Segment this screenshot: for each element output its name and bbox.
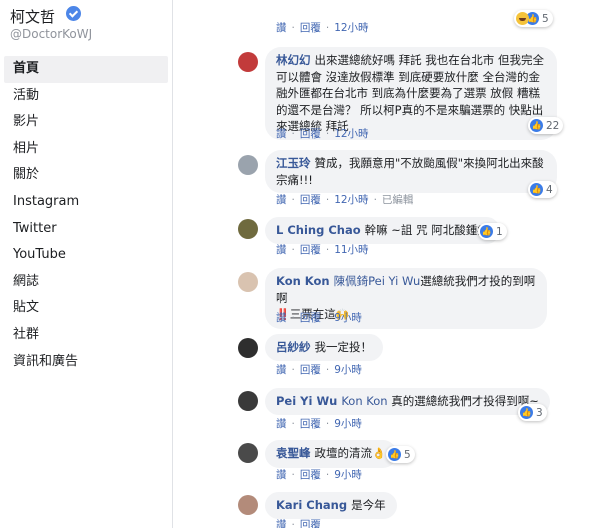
like-icon: 👍: [530, 183, 543, 196]
comment-author[interactable]: L Ching Chao: [276, 223, 361, 237]
edited-label[interactable]: 已編輯: [382, 194, 414, 206]
avatar[interactable]: [238, 338, 258, 358]
comment-timestamp[interactable]: 12小時: [334, 128, 368, 140]
like-link[interactable]: 讚: [276, 312, 287, 324]
comment-author[interactable]: 呂紗紗: [276, 340, 311, 354]
ok-hand-icon: 👌: [372, 447, 386, 460]
avatar[interactable]: [238, 443, 258, 463]
reaction-summary[interactable]: 👍 5: [386, 446, 415, 463]
nav-item-about[interactable]: 關於: [4, 162, 168, 189]
mentioned-user[interactable]: 陳佩錡Pei Yi Wu: [334, 274, 421, 288]
comment-bubble: L Ching Chao 幹嘛 ~詛 咒 阿北酸鍾痛: [265, 217, 500, 244]
comment-timestamp[interactable]: 12小時: [334, 194, 368, 206]
like-icon: 👍: [480, 225, 493, 238]
nav-item-twitter[interactable]: Twitter: [4, 216, 168, 243]
avatar[interactable]: [238, 155, 258, 175]
comment-author[interactable]: 江玉玲: [276, 156, 311, 170]
avatar[interactable]: [238, 272, 258, 292]
comment-actions: 讚 · 回覆 · 9小時: [276, 312, 362, 324]
nav-item-notes[interactable]: 網誌: [4, 269, 168, 296]
like-link[interactable]: 讚: [276, 128, 287, 140]
reply-link[interactable]: 回覆: [300, 469, 321, 481]
comment-timestamp[interactable]: 9小時: [334, 418, 362, 430]
column-divider: [172, 0, 173, 528]
reply-link[interactable]: 回覆: [300, 194, 321, 206]
comment-actions: 讚 · 回覆 · 9小時: [276, 418, 362, 430]
page-handle[interactable]: @DoctorKoWJ: [10, 27, 92, 41]
comment-actions: 讚 · 回覆 · 11小時: [276, 244, 369, 256]
comment-timestamp[interactable]: 9小時: [334, 312, 362, 324]
like-link[interactable]: 讚: [276, 519, 287, 528]
comment-actions: 讚 · 回覆 · 9小時: [276, 469, 362, 481]
like-icon: 👍: [520, 406, 533, 419]
comment-text: 我一定投！: [314, 340, 373, 354]
comment-actions: 讚 · 回覆 · 12小時: [276, 22, 369, 34]
reply-link[interactable]: 回覆: [300, 22, 321, 34]
comment-bubble: 江玉玲 贊成，我願意用"不放颱風假"來換阿北出來酸宗痛!!!: [265, 150, 557, 193]
reply-link[interactable]: 回覆: [300, 244, 321, 256]
comment-author[interactable]: 袁聖峰: [276, 446, 311, 460]
reply-link[interactable]: 回覆: [300, 128, 321, 140]
reply-link[interactable]: 回覆: [300, 418, 321, 430]
reply-link[interactable]: 回覆: [300, 364, 321, 376]
like-link[interactable]: 讚: [276, 364, 287, 376]
like-icon: 👍: [530, 119, 543, 132]
comment-actions: 讚 · 回覆 · 9小時: [276, 364, 362, 376]
nav-item-info-and-ads[interactable]: 資訊和廣告: [4, 349, 168, 376]
page-sidebar: 柯文哲 @DoctorKoWJ 首頁 活動 影片 相片 關於 Instagram…: [0, 0, 172, 528]
mentioned-user[interactable]: Kon Kon: [341, 394, 387, 408]
comment-actions: 讚 · 回覆: [276, 517, 321, 528]
comment-timestamp[interactable]: 11小時: [334, 244, 368, 256]
like-icon: 👍: [388, 448, 401, 461]
comment-actions: 讚 · 回覆 · 12小時: [276, 128, 369, 140]
reaction-summary[interactable]: 👍 4: [528, 181, 557, 198]
comment-text: 幹嘛 ~詛 咒 阿北酸鍾痛: [364, 223, 489, 237]
comment-text: 贊成，我願意用"不放颱風假"來換阿北出來酸宗痛!!!: [276, 156, 544, 187]
reply-link[interactable]: 回覆: [300, 312, 321, 324]
like-link[interactable]: 讚: [276, 244, 287, 256]
comment-actions: 讚 · 回覆 · 12小時 · 已編輯: [276, 194, 414, 206]
like-link[interactable]: 讚: [276, 469, 287, 481]
page-nav: 首頁 活動 影片 相片 關於 Instagram Twitter YouTube…: [4, 56, 168, 375]
comment-timestamp[interactable]: 9小時: [334, 364, 362, 376]
comment-text: 出來選總統好嗎 拜託 我也在台北市 但我完全可以體會 沒達放假標準 到底硬要放什…: [276, 53, 544, 133]
avatar[interactable]: [238, 219, 258, 239]
comment-text: 政壇的清流: [314, 446, 373, 460]
comment-timestamp[interactable]: 9小時: [334, 469, 362, 481]
comment-thread: 👍 5 讚 · 回覆 · 12小時 林幻幻 出來選總統好嗎 拜託 我也在台北市 但我完全可…: [172, 0, 600, 528]
comment-text: 是今年: [351, 498, 386, 512]
comment-bubble: Pei Yi Wu Kon Kon 真的選總統我們才投得到啊~: [265, 388, 550, 415]
nav-item-videos[interactable]: 影片: [4, 109, 168, 136]
comment-bubble: 袁聖峰 政壇的清流👌: [265, 440, 397, 468]
haha-icon: [516, 12, 529, 25]
comment-author[interactable]: Kari Chang: [276, 498, 347, 512]
avatar[interactable]: [238, 495, 258, 515]
comment-author[interactable]: Pei Yi Wu: [276, 394, 337, 408]
nav-item-community[interactable]: 社群: [4, 322, 168, 349]
comment-text: 真的選總統我們才投得到啊~: [391, 394, 539, 408]
nav-item-photos[interactable]: 相片: [4, 136, 168, 163]
reply-link[interactable]: 回覆: [300, 519, 321, 528]
comment-bubble: 呂紗紗 我一定投！: [265, 334, 383, 361]
nav-item-posts[interactable]: 貼文: [4, 295, 168, 322]
page-name[interactable]: 柯文哲: [10, 6, 55, 27]
nav-item-events[interactable]: 活動: [4, 83, 168, 110]
like-link[interactable]: 讚: [276, 194, 287, 206]
like-link[interactable]: 讚: [276, 22, 287, 34]
reaction-summary[interactable]: 👍 1: [478, 223, 507, 240]
reaction-summary[interactable]: 👍 5: [514, 10, 553, 27]
comment-bubble: Kari Chang 是今年: [265, 492, 397, 519]
comment-author[interactable]: Kon Kon: [276, 274, 330, 288]
comment-author[interactable]: 林幻幻: [276, 53, 311, 67]
like-link[interactable]: 讚: [276, 418, 287, 430]
nav-item-home[interactable]: 首頁: [4, 56, 168, 83]
nav-item-instagram[interactable]: Instagram: [4, 189, 168, 216]
comment-timestamp[interactable]: 12小時: [334, 22, 368, 34]
nav-item-youtube[interactable]: YouTube: [4, 242, 168, 269]
avatar[interactable]: [238, 391, 258, 411]
verified-badge-icon: [66, 6, 81, 21]
reaction-summary[interactable]: 👍 3: [518, 404, 547, 421]
avatar[interactable]: [238, 52, 258, 72]
reaction-summary[interactable]: 👍 22: [528, 117, 564, 134]
